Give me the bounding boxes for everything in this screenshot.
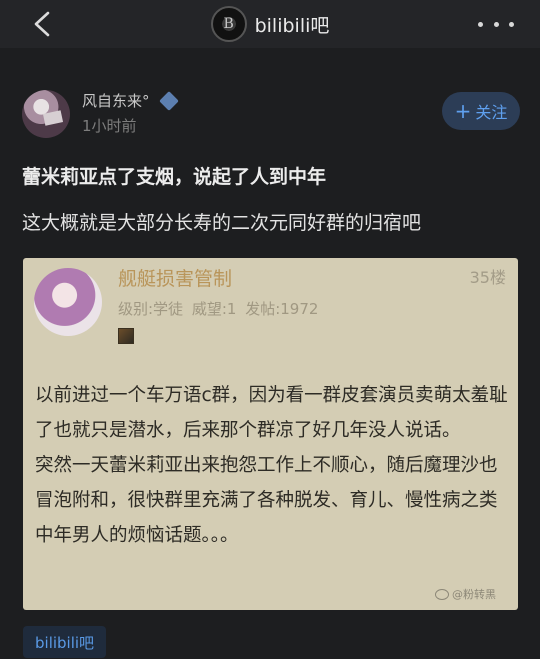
embedded-username: 舰艇损害管制	[118, 268, 233, 290]
embedded-text: 以前进过一个车万语c群，因为看一群皮套演员卖萌太羞耻了也就只是潜水，后来那个群凉…	[35, 378, 510, 553]
back-button[interactable]	[22, 6, 62, 42]
top-bar: B bilibili吧	[0, 0, 540, 48]
embedded-paragraph: 以前进过一个车万语c群，因为看一群皮套演员卖萌太羞耻了也就只是潜水，后来那个群凉…	[35, 385, 508, 441]
more-dot-icon	[509, 21, 514, 27]
embedded-screenshot[interactable]: 舰艇损害管制 35楼 级别:学徒 威望:1 发帖:1972 以前进过一个车万语c…	[23, 258, 518, 610]
post-title: 蕾米莉亚点了支烟，说起了人到中年	[22, 166, 327, 188]
weibo-icon	[435, 588, 449, 600]
forum-tag[interactable]: bilibili吧	[23, 626, 107, 658]
follow-button[interactable]: + 关注	[442, 92, 520, 130]
follow-label: 关注	[475, 103, 508, 122]
chevron-left-icon	[34, 11, 50, 37]
diamond-badge-icon	[159, 91, 179, 111]
embedded-badge-icon	[118, 328, 134, 344]
embedded-avatar	[34, 268, 102, 336]
post-time: 1小时前	[82, 117, 137, 135]
watermark: @粉转黑	[435, 586, 496, 602]
more-dot-icon	[478, 21, 483, 27]
embedded-user-meta: 级别:学徒 威望:1 发帖:1972	[118, 300, 319, 318]
plus-icon: +	[454, 99, 472, 123]
forum-title: bilibili吧	[254, 14, 330, 37]
more-dot-icon	[493, 21, 499, 27]
embedded-paragraph: 突然一天蕾米莉亚出来抱怨工作上不顺心，随后魔理沙也冒泡附和，很快群里充满了各种脱…	[35, 455, 498, 546]
more-options-button[interactable]	[478, 14, 514, 34]
embedded-floor: 35楼	[469, 268, 506, 287]
post-body: 这大概就是大部分长寿的二次元同好群的归宿吧	[22, 212, 422, 234]
forum-title-group[interactable]: B bilibili吧	[210, 6, 330, 42]
watermark-text: @粉转黑	[452, 588, 496, 601]
author-name[interactable]: 风自东来°	[82, 90, 150, 111]
author-row: 风自东来° 1小时前 + 关注	[22, 88, 520, 138]
author-avatar[interactable]	[22, 90, 70, 138]
forum-logo: B	[210, 6, 247, 42]
